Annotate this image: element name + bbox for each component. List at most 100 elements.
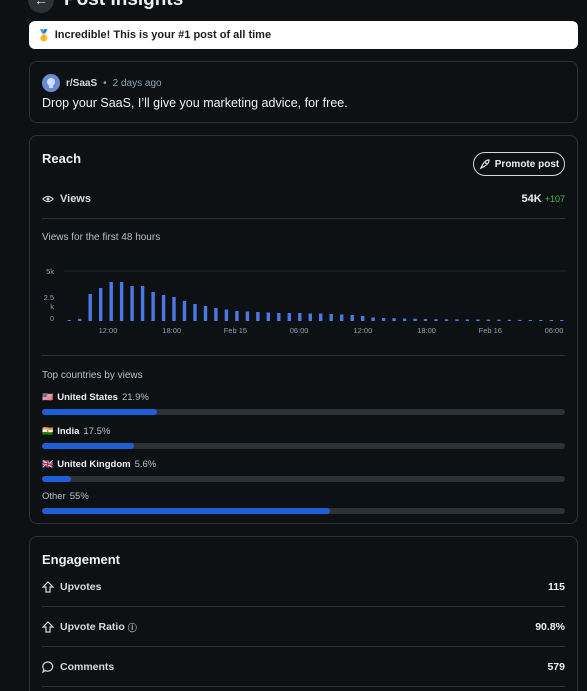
chart-bar[interactable] [423, 319, 428, 321]
chart-bar[interactable] [245, 311, 250, 322]
chart-bar[interactable] [465, 319, 470, 322]
chart-bar[interactable] [381, 318, 386, 321]
chart-bar[interactable] [539, 320, 543, 321]
info-icon[interactable]: ⓘ [128, 621, 137, 634]
views-value: 54K +107 [522, 193, 565, 205]
chart-bar[interactable] [214, 308, 218, 321]
x-tick-label: 06:00 [545, 326, 564, 335]
post-card[interactable]: r/SaaS • 2 days ago Drop your SaaS, I’ll… [29, 61, 578, 123]
chart-bar[interactable] [140, 286, 145, 321]
country-bar-fill [42, 476, 72, 482]
x-tick-label: 12:00 [354, 326, 373, 335]
chart-bar[interactable] [256, 312, 260, 321]
views-label: Views [60, 193, 91, 205]
chart-bar[interactable] [392, 318, 396, 321]
country-bar-fill [42, 409, 157, 415]
chart-bar[interactable] [203, 306, 208, 321]
subreddit-name[interactable]: r/SaaS [66, 78, 97, 89]
x-tick-label: 12:00 [99, 326, 118, 335]
chart-bar[interactable] [329, 314, 333, 321]
back-button[interactable]: ← [28, 0, 54, 13]
country-united-states: 🇺🇸 United States 21.9% [42, 392, 565, 422]
metric-value: 579 [547, 661, 565, 673]
post-time: 2 days ago [112, 77, 162, 89]
chart-bar[interactable] [235, 311, 239, 321]
upvote-icon [42, 621, 54, 633]
page-header: ← Post Insights [28, 0, 183, 13]
chart-bar[interactable] [182, 301, 187, 321]
country-india: 🇮🇳 India 17.5% [42, 426, 565, 456]
country-bar-track [42, 443, 565, 449]
views-delta: +107 [544, 194, 565, 204]
country-percent: 55% [69, 491, 89, 502]
metric-label-wrap: Upvote Ratio ⓘ [60, 621, 137, 634]
x-tick-label: 06:00 [290, 326, 309, 335]
chart-bar[interactable] [528, 320, 532, 321]
chart-bar[interactable] [109, 282, 113, 321]
chart-bar[interactable] [287, 313, 291, 321]
views-row: Views 54K +107 [42, 191, 565, 207]
banner-text: Incredible! This is your #1 post of all … [54, 29, 272, 41]
rocket-icon [479, 158, 490, 169]
chart-bar[interactable] [130, 286, 134, 321]
chart-bar[interactable] [350, 315, 354, 321]
india-flag-icon: 🇮🇳 [42, 426, 54, 436]
chart-bar[interactable] [497, 319, 501, 321]
chart-bar[interactable] [67, 320, 71, 321]
chart-bar[interactable] [193, 304, 197, 321]
chart-bar[interactable] [88, 294, 92, 321]
promote-post-button[interactable]: Promote post [473, 152, 565, 176]
chart-bar[interactable] [518, 319, 522, 321]
chart-bar[interactable] [172, 297, 176, 321]
metric-upvote-ratio: Upvote Ratio ⓘ 90.8% [42, 619, 565, 635]
chart-bar[interactable] [549, 320, 553, 321]
chart-bar[interactable] [371, 317, 375, 322]
country-bar-fill [42, 443, 134, 449]
engagement-title: Engagement [42, 552, 121, 567]
divider [42, 686, 565, 687]
chart-bar[interactable] [277, 313, 281, 321]
chart-bar[interactable] [434, 319, 438, 321]
chart-bar[interactable] [340, 314, 344, 322]
metric-label: Upvote Ratio [60, 621, 125, 633]
chart-bar[interactable] [151, 292, 155, 321]
country-percent: 21.9% [121, 392, 149, 403]
country-bar-track [42, 409, 565, 415]
chart-bar[interactable] [224, 309, 229, 322]
chart-bar[interactable] [78, 318, 82, 321]
chart-bar[interactable] [319, 313, 323, 322]
chart-bar[interactable] [161, 295, 166, 321]
metric-comments: Comments 579 [42, 659, 565, 675]
chart-bar[interactable] [298, 313, 302, 321]
chart-bar[interactable] [455, 319, 459, 321]
reach-card: Reach Promote post Views 54K +107 Views f… [29, 135, 578, 524]
chart-bar[interactable] [119, 282, 124, 321]
divider [42, 218, 565, 219]
countries-title: Top countries by views [42, 370, 143, 381]
country-name: United States [57, 392, 118, 403]
chart-bar[interactable] [476, 319, 480, 322]
promote-label: Promote post [494, 158, 560, 170]
chart-bar[interactable] [402, 318, 407, 322]
engagement-card: Engagement Upvotes 115 Upvote Ratio ⓘ 90.… [29, 536, 578, 691]
chart-bar[interactable] [486, 319, 491, 321]
metric-label: Comments [60, 661, 115, 673]
y-tick-label: 0 [50, 314, 54, 323]
subreddit-avatar[interactable] [42, 74, 60, 92]
post-title[interactable]: Drop your SaaS, I’ll give you marketing … [42, 96, 348, 110]
chart-bar[interactable] [308, 313, 312, 322]
post-meta: r/SaaS • 2 days ago [42, 74, 162, 92]
meta-separator: • [103, 77, 107, 89]
chart-bar[interactable] [560, 320, 564, 321]
chart-bar[interactable] [413, 318, 417, 321]
views-chart: 5k 2.5k 0 12:00 18:00 Feb 15 06:00 12:00 18:00 Fe… [44, 267, 567, 335]
arrow-left-icon: ← [34, 0, 48, 8]
chart-bar[interactable] [99, 288, 103, 321]
chart-bar[interactable] [361, 316, 365, 321]
achievement-banner: 🥇 Incredible! This is your #1 post of al… [29, 21, 578, 49]
country-percent: 17.5% [83, 426, 111, 437]
chart-bar[interactable] [266, 312, 270, 322]
chart-bar[interactable] [507, 319, 512, 321]
chart-bar[interactable] [444, 319, 449, 321]
country-bar-track [42, 476, 565, 482]
